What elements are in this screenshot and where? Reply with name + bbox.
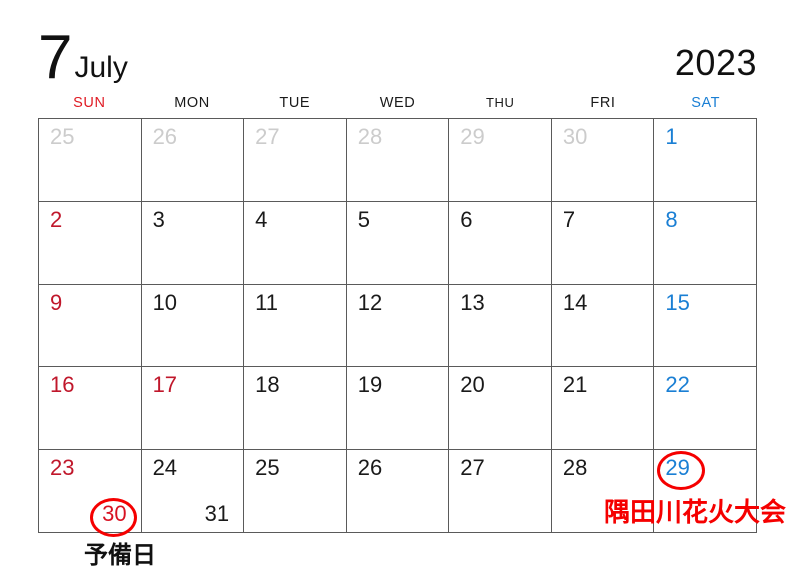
day-number: 29	[665, 455, 690, 481]
day-number: 20	[460, 372, 485, 398]
calendar-header: 7 July 2023	[38, 16, 757, 93]
day-cell[interactable]: 2	[39, 201, 142, 285]
day-number: 18	[255, 372, 280, 398]
weekday-header-fri: FRI	[590, 95, 616, 111]
day-number: 17	[152, 372, 178, 398]
day-number: 25	[50, 124, 75, 149]
day-number: 24	[152, 455, 178, 481]
day-cell[interactable]: 24 31	[141, 450, 245, 533]
weekday-header-wed: WED	[379, 95, 416, 111]
weekday-header-thu: THU	[485, 95, 515, 110]
calendar-grid: 25 26 27 28 29 30 1 2 3 4 5 6 7 8 9 10 11 12 13 14 15 16 17 18 1…	[38, 118, 757, 537]
day-cell[interactable]: 26	[141, 119, 245, 202]
day-cell[interactable]: 3	[141, 201, 245, 285]
day-cell[interactable]: 1	[654, 119, 757, 202]
day-cell[interactable]: 5	[346, 201, 450, 285]
month-name: July	[74, 51, 128, 85]
day-cell[interactable]: 9	[39, 284, 142, 368]
weekday-header-tue: TUE	[279, 95, 311, 111]
day-number: 26	[152, 124, 178, 149]
day-number: 1	[665, 124, 678, 149]
year-label: 2023	[674, 42, 757, 83]
day-cell[interactable]: 30	[551, 119, 655, 202]
day-cell[interactable]: 13	[449, 284, 552, 368]
day-number: 15	[665, 289, 690, 315]
day-cell[interactable]: 16	[39, 367, 142, 451]
day-cell[interactable]: 22	[654, 367, 757, 451]
note-annotation-yobibi: 予備日	[84, 541, 156, 569]
weekday-header-row: SUN MON TUE WED THU FRI SAT	[38, 93, 757, 115]
day-cell[interactable]: 7	[551, 201, 655, 285]
weekday-header-sat: SAT	[691, 95, 721, 111]
day-number: 8	[665, 206, 678, 232]
day-cell[interactable]: 28	[346, 119, 450, 202]
day-cell[interactable]: 25	[39, 119, 142, 202]
month-title: 7 July	[38, 23, 128, 93]
calendar-page: 7 July 2023 SUN MON TUE WED THU FRI SAT …	[0, 0, 807, 576]
event-annotation-hanabi: 隅田川花火大会	[604, 498, 787, 528]
day-number: 22	[665, 372, 690, 398]
day-cell[interactable]: 29	[449, 119, 552, 202]
day-cell[interactable]: 26	[346, 450, 450, 533]
day-number: 26	[357, 455, 383, 481]
day-number-overflow: 31	[204, 500, 230, 526]
day-cell[interactable]: 27	[449, 450, 552, 533]
day-cell[interactable]: 23 30	[39, 450, 142, 537]
day-number: 16	[50, 372, 75, 398]
day-number: 10	[152, 289, 178, 315]
day-number: 19	[357, 372, 383, 398]
day-number: 11	[255, 289, 278, 315]
day-number: 28	[357, 124, 383, 149]
day-number: 23	[50, 455, 75, 481]
day-cell[interactable]: 20	[449, 367, 552, 451]
day-number: 9	[50, 289, 63, 315]
day-cell[interactable]: 12	[346, 284, 450, 368]
day-cell[interactable]: 14	[551, 284, 655, 368]
weekday-header-mon: MON	[174, 95, 210, 111]
day-cell[interactable]: 27	[244, 119, 347, 202]
day-cell[interactable]: 10	[141, 284, 245, 368]
day-number: 12	[357, 289, 383, 315]
day-cell[interactable]: 19	[346, 367, 450, 451]
day-number-overflow: 30	[102, 500, 127, 526]
day-number: 6	[460, 206, 473, 232]
day-number: 21	[562, 372, 588, 398]
day-cell[interactable]: 11	[244, 284, 347, 368]
day-cell[interactable]: 6	[449, 201, 552, 285]
weekday-header-sun: SUN	[73, 95, 106, 111]
day-number: 5	[357, 206, 370, 232]
day-number: 13	[460, 289, 485, 315]
day-number: 28	[562, 455, 588, 481]
day-number: 2	[50, 206, 63, 232]
day-number: 14	[562, 289, 588, 315]
day-cell[interactable]: 15	[654, 284, 757, 368]
month-number: 7	[38, 23, 72, 93]
day-cell[interactable]: 25	[244, 450, 347, 533]
day-number: 7	[562, 206, 576, 232]
day-number: 29	[460, 124, 485, 149]
day-number: 3	[152, 206, 165, 232]
day-number: 27	[460, 455, 485, 481]
day-cell[interactable]: 8	[654, 201, 757, 285]
day-number: 4	[255, 206, 268, 232]
day-cell[interactable]: 21	[551, 367, 655, 451]
day-number: 30	[562, 124, 588, 149]
day-cell[interactable]: 17	[141, 367, 245, 451]
day-number: 25	[255, 455, 280, 481]
day-cell[interactable]: 4	[244, 201, 347, 285]
day-cell[interactable]: 18	[244, 367, 347, 451]
day-number: 27	[255, 124, 280, 149]
